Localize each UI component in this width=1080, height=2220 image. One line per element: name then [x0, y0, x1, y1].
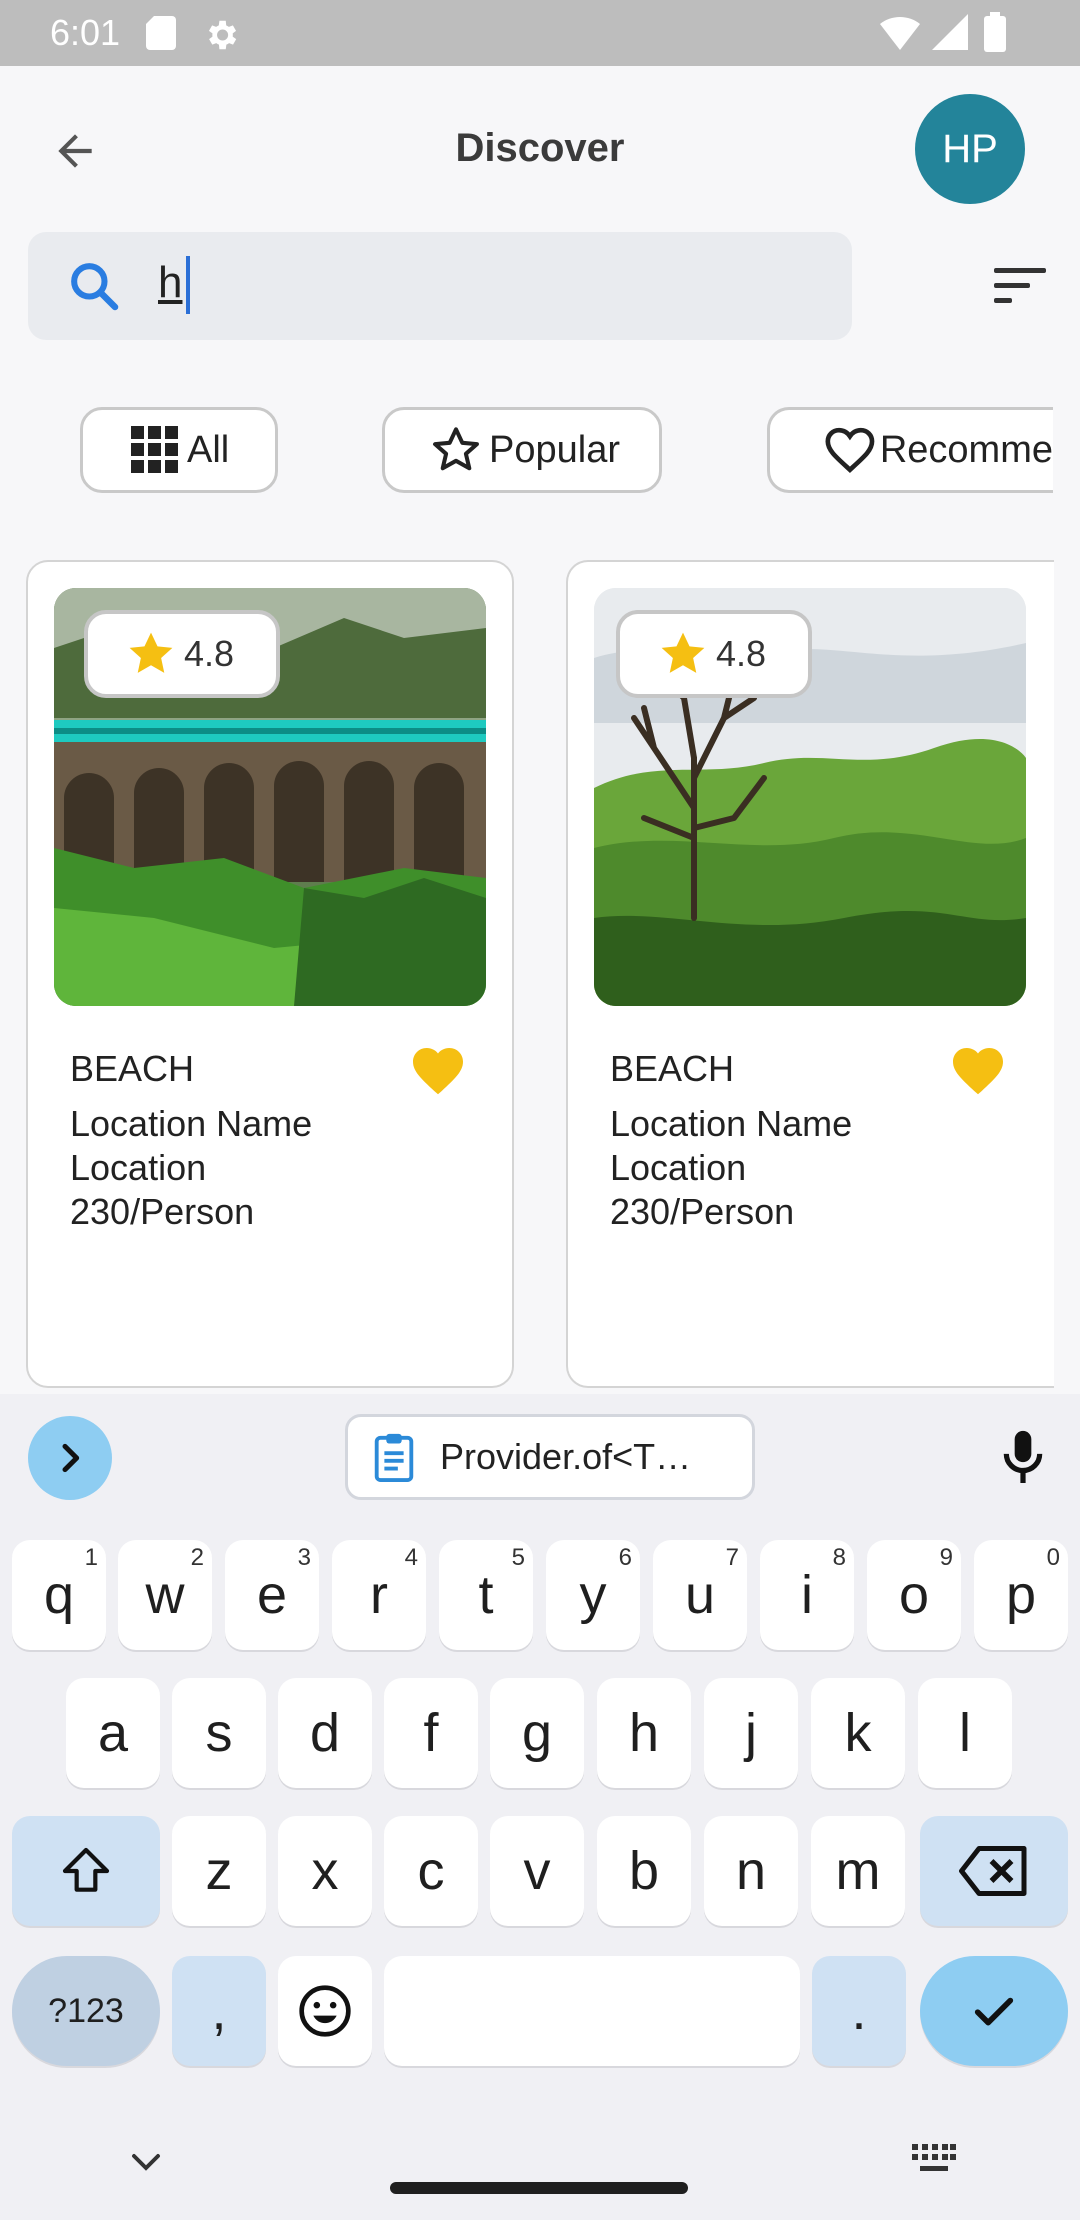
destination-card[interactable]: 4.8 BEACH Location Name Location 230/Per…: [26, 560, 514, 1388]
keyboard-switch-icon[interactable]: [912, 2144, 956, 2174]
key-v[interactable]: v: [490, 1816, 584, 1926]
keyboard: Provider.of<T… q1 w2 e3 r4 t5 y6 u7 i8 o…: [0, 1394, 1080, 2220]
card-location-name: Location Name: [70, 1103, 313, 1144]
clipboard-suggestion-text: Provider.of<T…: [440, 1436, 692, 1477]
chip-all[interactable]: All: [80, 407, 278, 493]
rating-value: 4.8: [716, 633, 767, 674]
backspace-key[interactable]: [920, 1816, 1068, 1926]
shift-key[interactable]: [12, 1816, 160, 1926]
heart-outline-icon: [825, 427, 875, 473]
sd-card-icon: [146, 16, 176, 50]
rating-value: 4.8: [184, 633, 235, 674]
key-i[interactable]: i8: [760, 1540, 854, 1650]
clipboard-icon: [374, 1433, 414, 1482]
star-outline-icon: [433, 427, 479, 471]
expand-toolbar-button[interactable]: [28, 1416, 112, 1500]
filter-sort-icon[interactable]: [992, 264, 1048, 308]
avatar[interactable]: HP: [915, 94, 1025, 204]
destination-card[interactable]: 4.8 BEACH Location Name Location 230/Per…: [566, 560, 1054, 1388]
key-g[interactable]: g: [490, 1678, 584, 1788]
key-y[interactable]: y6: [546, 1540, 640, 1650]
wifi-icon: [880, 16, 920, 50]
key-j[interactable]: j: [704, 1678, 798, 1788]
status-bar: 6:01: [0, 0, 1080, 66]
chip-recommended[interactable]: Recomme: [767, 407, 1053, 493]
comma-key[interactable]: ,: [172, 1956, 266, 2066]
chip-all-label: All: [187, 428, 230, 471]
enter-key[interactable]: [920, 1956, 1068, 2066]
key-f[interactable]: f: [384, 1678, 478, 1788]
clipboard-suggestion[interactable]: Provider.of<T…: [345, 1414, 755, 1500]
card-location: Location: [70, 1147, 207, 1188]
card-location: Location: [610, 1147, 747, 1188]
rating-badge: 4.8: [84, 610, 280, 698]
key-k[interactable]: k: [811, 1678, 905, 1788]
card-price: 230/Person: [70, 1191, 255, 1232]
key-p[interactable]: p0: [974, 1540, 1068, 1650]
key-l[interactable]: l: [918, 1678, 1012, 1788]
checkmark-icon: [974, 1997, 1014, 2026]
heart-filled-icon[interactable]: [948, 1040, 1008, 1096]
app-bar: Discover HP: [0, 66, 1080, 232]
key-q[interactable]: q1: [12, 1540, 106, 1650]
card-category: BEACH: [70, 1048, 195, 1089]
text-cursor: [186, 256, 190, 314]
grid-icon: [131, 426, 178, 473]
home-gesture-bar[interactable]: [390, 2182, 688, 2194]
key-r[interactable]: r4: [332, 1540, 426, 1650]
emoji-icon: [299, 1985, 351, 2037]
key-m[interactable]: m: [811, 1816, 905, 1926]
key-b[interactable]: b: [597, 1816, 691, 1926]
destination-photo: 4.8: [54, 588, 486, 1006]
search-input[interactable]: h: [158, 258, 182, 308]
key-d[interactable]: d: [278, 1678, 372, 1788]
hide-keyboard-chevron-icon[interactable]: [128, 2150, 164, 2174]
key-t[interactable]: t5: [439, 1540, 533, 1650]
card-category: BEACH: [610, 1048, 735, 1089]
key-e[interactable]: e3: [225, 1540, 319, 1650]
card-price: 230/Person: [610, 1191, 795, 1232]
search-icon: [71, 263, 119, 311]
symbols-key[interactable]: ?123: [12, 1956, 160, 2066]
backspace-icon: [959, 1846, 1027, 1896]
space-key[interactable]: [384, 1956, 800, 2066]
key-x[interactable]: x: [278, 1816, 372, 1926]
chip-recommended-label: Recomme: [879, 428, 1053, 471]
key-n[interactable]: n: [704, 1816, 798, 1926]
microphone-icon[interactable]: [998, 1428, 1048, 1488]
key-z[interactable]: z: [172, 1816, 266, 1926]
shift-icon: [62, 1847, 110, 1892]
key-u[interactable]: u7: [653, 1540, 747, 1650]
emoji-key[interactable]: [278, 1956, 372, 2066]
chevron-right-icon: [62, 1443, 80, 1473]
star-filled-icon: [129, 632, 173, 673]
star-filled-icon: [661, 632, 705, 673]
status-time: 6:01: [50, 12, 121, 53]
search-bar[interactable]: h: [28, 232, 852, 340]
signal-icon: [932, 14, 968, 50]
key-h[interactable]: h: [597, 1678, 691, 1788]
chip-popular-label: Popular: [489, 428, 620, 471]
card-location-name: Location Name: [610, 1103, 853, 1144]
chip-popular[interactable]: Popular: [382, 407, 662, 493]
key-c[interactable]: c: [384, 1816, 478, 1926]
destination-photo: 4.8: [594, 588, 1026, 1006]
key-s[interactable]: s: [172, 1678, 266, 1788]
heart-filled-icon[interactable]: [408, 1040, 468, 1096]
key-a[interactable]: a: [66, 1678, 160, 1788]
battery-icon: [984, 12, 1006, 52]
settings-icon: [208, 20, 237, 50]
key-o[interactable]: o9: [867, 1540, 961, 1650]
rating-badge: 4.8: [616, 610, 812, 698]
key-w[interactable]: w2: [118, 1540, 212, 1650]
period-key[interactable]: .: [812, 1956, 906, 2066]
